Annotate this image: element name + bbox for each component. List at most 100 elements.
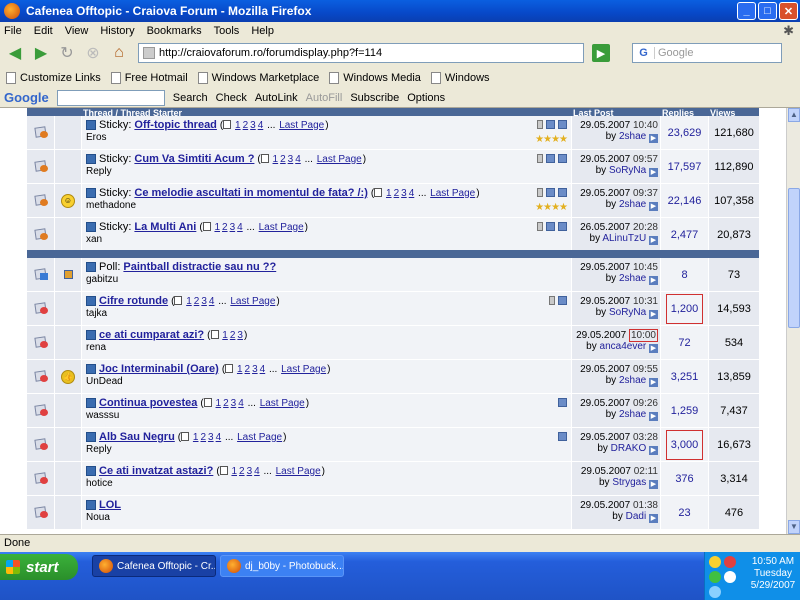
last-poster-link[interactable]: SoRyNa xyxy=(609,307,646,318)
last-poster-link[interactable]: 2shae xyxy=(619,375,646,386)
home-icon[interactable]: ⌂ xyxy=(108,42,130,64)
google-search-engine-icon[interactable]: G xyxy=(633,47,655,59)
thread-title-link[interactable]: Continua povestea xyxy=(99,397,197,409)
page-link[interactable]: 1 xyxy=(237,364,243,375)
last-page-link[interactable]: Last Page xyxy=(317,154,362,165)
autolink-button[interactable]: AutoLink xyxy=(255,92,298,104)
vertical-scrollbar[interactable]: ▲ ▼ xyxy=(786,108,800,534)
replies-link[interactable]: 17,597 xyxy=(668,161,702,173)
page-link[interactable]: 2 xyxy=(200,432,206,443)
page-link[interactable]: 3 xyxy=(250,120,256,131)
page-link[interactable]: 1 xyxy=(214,222,220,233)
header-replies[interactable]: Replies xyxy=(660,108,708,116)
last-poster-link[interactable]: anca4ever xyxy=(600,341,647,352)
header-last-post[interactable]: Last Post xyxy=(571,108,660,116)
go-to-last-post-icon[interactable]: ▶ xyxy=(649,344,658,353)
replies-link[interactable]: 2,477 xyxy=(671,229,699,241)
menu-file[interactable]: File xyxy=(4,25,22,37)
stop-icon[interactable]: ⊗ xyxy=(82,42,104,64)
page-link[interactable]: 2 xyxy=(280,154,286,165)
reload-icon[interactable]: ↻ xyxy=(56,42,78,64)
page-link[interactable]: 1 xyxy=(216,398,222,409)
clock[interactable]: 10:50 AM Tuesday 5/29/2007 xyxy=(747,556,799,592)
page-link[interactable]: 3 xyxy=(252,364,258,375)
go-to-last-post-icon[interactable]: ▶ xyxy=(649,514,658,523)
go-to-last-post-icon[interactable]: ▶ xyxy=(649,134,658,143)
minimize-button[interactable]: _ xyxy=(737,2,756,20)
page-link[interactable]: 4 xyxy=(216,432,222,443)
page-link[interactable]: 1 xyxy=(222,330,228,341)
last-page-link[interactable]: Last Page xyxy=(281,364,326,375)
last-page-link[interactable]: Last Page xyxy=(430,188,475,199)
replies-link[interactable]: 22,146 xyxy=(668,195,702,207)
last-page-link[interactable]: Last Page xyxy=(260,398,305,409)
security-icon[interactable] xyxy=(724,556,736,568)
last-poster-link[interactable]: Strygas xyxy=(612,477,646,488)
replies-link[interactable]: 1,200 xyxy=(665,293,704,324)
page-link[interactable]: 4 xyxy=(237,222,243,233)
header-views[interactable]: Views xyxy=(708,108,759,116)
go-to-last-post-icon[interactable]: ▶ xyxy=(649,412,658,421)
header-thread[interactable]: Thread / Thread Starter xyxy=(81,108,571,116)
thread-title-link[interactable]: LOL xyxy=(99,499,121,511)
bookmark-customize-links[interactable]: Customize Links xyxy=(6,72,101,84)
page-link[interactable]: 4 xyxy=(209,296,215,307)
thread-title-link[interactable]: Off-topic thread xyxy=(134,119,217,131)
url-input[interactable]: http://craiovaforum.ro/forumdisplay.php?… xyxy=(138,43,584,63)
bookmark-free-hotmail[interactable]: Free Hotmail xyxy=(110,72,188,84)
go-to-last-post-icon[interactable]: ▶ xyxy=(649,236,658,245)
thread-title-link[interactable]: Cifre rotunde xyxy=(99,295,168,307)
back-icon[interactable]: ◀ xyxy=(4,42,26,64)
replies-link[interactable]: 3,251 xyxy=(671,371,699,383)
volume-icon[interactable] xyxy=(724,571,736,583)
page-link[interactable]: 3 xyxy=(201,296,207,307)
page-link[interactable]: 3 xyxy=(401,188,407,199)
bookmark-windows[interactable]: Windows xyxy=(430,72,490,84)
thread-title-link[interactable]: Paintball distractie sau nu ?? xyxy=(123,261,276,273)
bookmark-windows-media[interactable]: Windows Media xyxy=(329,72,421,84)
page-link[interactable]: 3 xyxy=(230,222,236,233)
task-firefox-cafenea[interactable]: Cafenea Offtopic - Cr... xyxy=(92,555,216,577)
network-icon[interactable] xyxy=(709,571,721,583)
replies-link[interactable]: 376 xyxy=(675,473,693,485)
scroll-up-icon[interactable]: ▲ xyxy=(788,108,800,122)
forward-icon[interactable]: ▶ xyxy=(30,42,52,64)
menu-edit[interactable]: Edit xyxy=(34,25,53,37)
thread-title-link[interactable]: ce ati cumparat azi? xyxy=(99,329,204,341)
replies-link[interactable]: 23,629 xyxy=(668,127,702,139)
page-link[interactable]: 2 xyxy=(245,364,251,375)
menu-help[interactable]: Help xyxy=(251,25,274,37)
last-poster-link[interactable]: ALinuTzU xyxy=(602,233,646,244)
last-poster-link[interactable]: DRAKO xyxy=(611,443,647,454)
replies-link[interactable]: 72 xyxy=(678,337,690,349)
page-link[interactable]: 3 xyxy=(237,330,243,341)
thread-title-link[interactable]: Ce melodie ascultati in momentul de fata… xyxy=(134,187,367,199)
page-link[interactable]: 1 xyxy=(186,296,192,307)
menu-bookmarks[interactable]: Bookmarks xyxy=(147,25,202,37)
page-link[interactable]: 2 xyxy=(243,120,249,131)
page-link[interactable]: 4 xyxy=(238,398,244,409)
page-link[interactable]: 2 xyxy=(194,296,200,307)
thread-title-link[interactable]: Ce ati invatzat astazi? xyxy=(99,465,213,477)
scroll-thumb[interactable] xyxy=(788,188,800,328)
replies-link[interactable]: 23 xyxy=(678,507,690,519)
page-link[interactable]: 2 xyxy=(230,330,236,341)
page-link[interactable]: 3 xyxy=(208,432,214,443)
bookmark-windows-marketplace[interactable]: Windows Marketplace xyxy=(197,72,319,84)
update-icon[interactable] xyxy=(709,586,721,598)
start-button[interactable]: start xyxy=(0,554,78,580)
last-poster-link[interactable]: 2shae xyxy=(619,273,646,284)
autofill-button[interactable]: AutoFill xyxy=(306,92,343,104)
page-link[interactable]: 3 xyxy=(231,398,237,409)
go-button[interactable]: ▶ xyxy=(592,44,610,62)
thread-title-link[interactable]: Cum Va Simtiti Acum ? xyxy=(134,153,254,165)
last-poster-link[interactable]: 2shae xyxy=(619,199,646,210)
google-toolbar-input[interactable] xyxy=(56,89,165,106)
page-link[interactable]: 1 xyxy=(231,466,237,477)
last-page-link[interactable]: Last Page xyxy=(259,222,304,233)
page-link[interactable]: 4 xyxy=(258,120,264,131)
last-poster-link[interactable]: Dadi xyxy=(626,511,647,522)
replies-link[interactable]: 8 xyxy=(681,269,687,281)
thread-title-link[interactable]: Alb Sau Negru xyxy=(99,431,175,443)
page-link[interactable]: 1 xyxy=(193,432,199,443)
